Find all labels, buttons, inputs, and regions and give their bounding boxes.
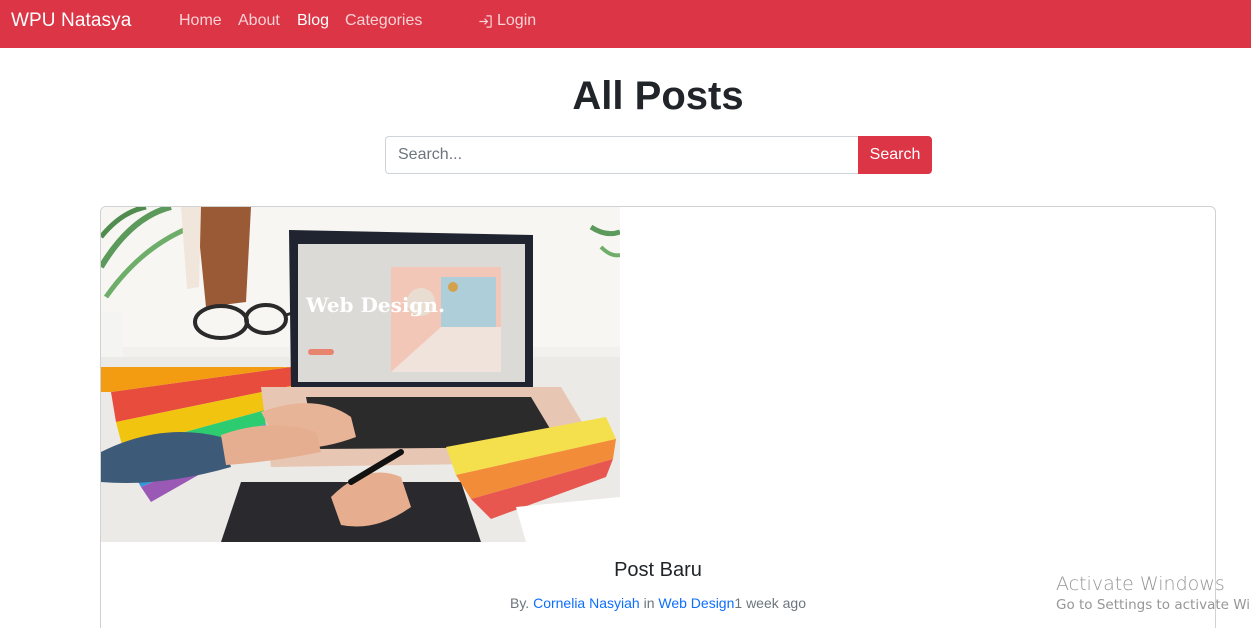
post-card: Web Design. Post Baru By. Cornelia Nasyi…	[100, 206, 1216, 628]
navbar: WPU Natasya Home About Blog Categories L…	[0, 0, 1251, 48]
nav-link-login[interactable]: Login	[478, 12, 536, 30]
nav-link-blog[interactable]: Blog	[297, 12, 329, 30]
search-button[interactable]: Search	[858, 136, 932, 174]
nav-link-about[interactable]: About	[238, 12, 280, 30]
post-image-text: Web Design.	[305, 293, 445, 317]
post-category-link[interactable]: Web Design	[658, 595, 734, 611]
login-arrow-icon	[478, 14, 493, 29]
search-input[interactable]	[385, 136, 858, 174]
login-label: Login	[497, 12, 537, 29]
nav-link-categories[interactable]: Categories	[345, 12, 422, 30]
post-title[interactable]: Post Baru	[101, 559, 1215, 582]
nav-link-home[interactable]: Home	[179, 12, 222, 30]
page-title: All Posts	[572, 74, 744, 118]
navbar-brand[interactable]: WPU Natasya	[11, 10, 131, 32]
post-meta: By. Cornelia Nasyiah in Web Design1 week…	[101, 595, 1215, 611]
post-author-link[interactable]: Cornelia Nasyiah	[533, 595, 640, 611]
post-by-label: By.	[509, 595, 530, 611]
post-time: 1 week ago	[734, 595, 806, 611]
post-in-label: in	[643, 595, 655, 611]
post-image[interactable]: Web Design.	[101, 207, 620, 542]
